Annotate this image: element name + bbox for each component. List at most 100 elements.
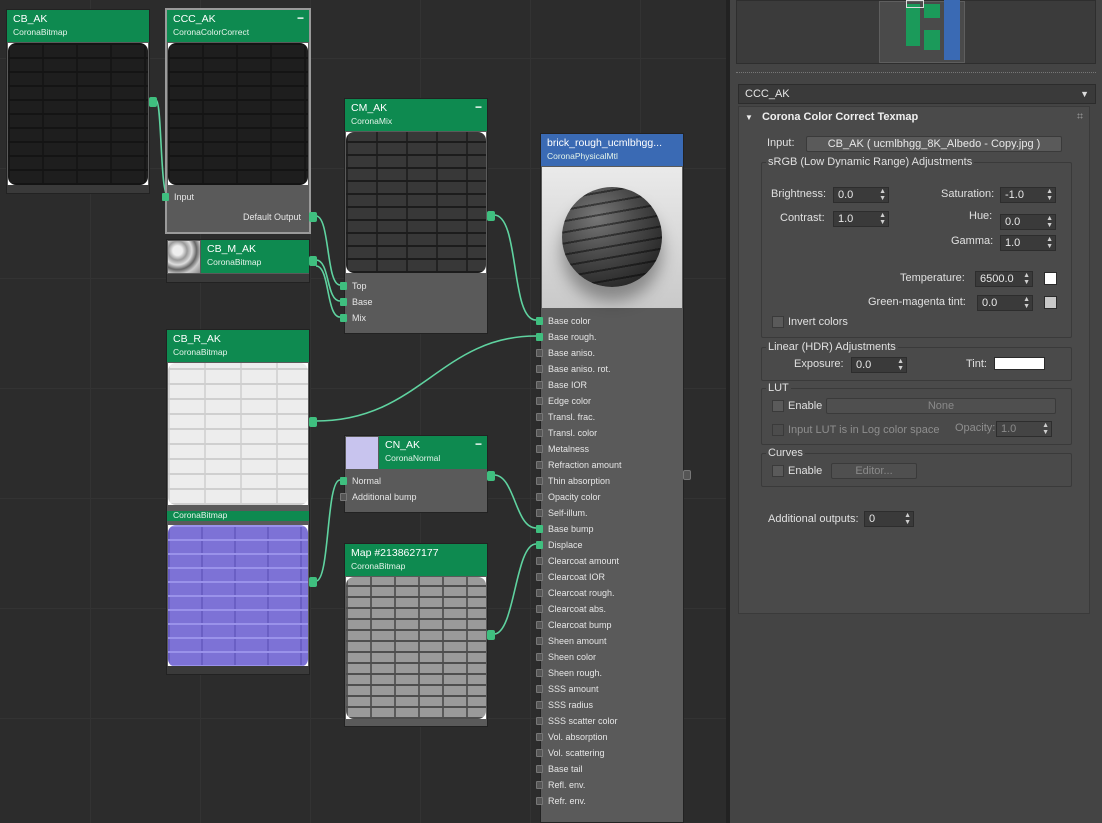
- input-port[interactable]: [536, 717, 543, 725]
- lut-opacity-spinner[interactable]: 1.0 ▲ ▼: [996, 421, 1052, 437]
- output-port[interactable]: [487, 630, 495, 640]
- node-cb-ak[interactable]: CB_AK CoronaBitmap: [6, 9, 157, 194]
- node-cb-r-ak[interactable]: CB_R_AK CoronaBitmap: [166, 329, 317, 513]
- input-port[interactable]: [536, 733, 543, 741]
- input-port[interactable]: [536, 653, 543, 661]
- node-normal-bitmap[interactable]: CoronaBitmap: [166, 511, 317, 675]
- node-header[interactable]: brick_rough_ucmlbhgg... CoronaPhysicalMt…: [541, 134, 683, 166]
- material-port-row[interactable]: Opacity color: [536, 489, 683, 505]
- lut-log-checkbox[interactable]: [772, 424, 784, 436]
- port-mix[interactable]: Mix: [340, 310, 487, 326]
- input-port[interactable]: [536, 365, 543, 373]
- node-header[interactable]: CoronaBitmap: [167, 511, 309, 521]
- input-port[interactable]: [536, 589, 543, 597]
- curves-editor-button[interactable]: Editor...: [831, 463, 917, 479]
- spinner-arrows-icon[interactable]: ▲ ▼: [1046, 188, 1053, 202]
- port-input[interactable]: Input: [162, 189, 309, 205]
- node-header[interactable]: CB_M_AK CoronaBitmap: [201, 240, 309, 273]
- input-port[interactable]: [340, 314, 347, 322]
- gamma-spinner[interactable]: 1.0 ▲ ▼: [1000, 235, 1056, 251]
- output-port[interactable]: [309, 256, 317, 266]
- input-port[interactable]: [340, 493, 347, 501]
- input-port[interactable]: [536, 781, 543, 789]
- lut-file-button[interactable]: None: [826, 398, 1056, 414]
- material-port-row[interactable]: Sheen color: [536, 649, 683, 665]
- node-cn-ak[interactable]: CN_AK CoronaNormal − Normal Additional b…: [340, 435, 495, 513]
- spinner-arrows-icon[interactable]: ▲ ▼: [879, 212, 886, 226]
- spinner-arrows-icon[interactable]: ▲ ▼: [904, 512, 911, 526]
- node-header[interactable]: CB_R_AK CoronaBitmap: [167, 330, 309, 362]
- material-port-row[interactable]: Clearcoat bump: [536, 617, 683, 633]
- input-port[interactable]: [536, 557, 543, 565]
- hue-spinner[interactable]: 0.0 ▲ ▼: [1000, 214, 1056, 230]
- port-base[interactable]: Base: [340, 294, 487, 310]
- input-port[interactable]: [536, 621, 543, 629]
- input-port[interactable]: [340, 477, 347, 485]
- material-port-row[interactable]: Clearcoat rough.: [536, 585, 683, 601]
- node-header[interactable]: CN_AK CoronaNormal −: [379, 436, 487, 469]
- spinner-arrows-icon[interactable]: ▲ ▼: [1023, 296, 1030, 310]
- lut-enable-checkbox[interactable]: [772, 400, 784, 412]
- spinner-arrows-icon[interactable]: ▲ ▼: [879, 188, 886, 202]
- material-port-row[interactable]: Base aniso. rot.: [536, 361, 683, 377]
- material-port-row[interactable]: SSS scatter color: [536, 713, 683, 729]
- navigator-viewport[interactable]: [879, 0, 965, 63]
- input-port[interactable]: [536, 413, 543, 421]
- material-port-row[interactable]: Edge color: [536, 393, 683, 409]
- material-port-row[interactable]: Displace: [536, 537, 683, 553]
- input-port[interactable]: [536, 445, 543, 453]
- green-magenta-tint-spinner[interactable]: 0.0 ▲ ▼: [977, 295, 1033, 311]
- node-header[interactable]: Map #2138627177 CoronaBitmap: [345, 544, 487, 576]
- input-port[interactable]: [162, 193, 169, 201]
- material-port-row[interactable]: Refraction amount: [536, 457, 683, 473]
- minimize-icon[interactable]: −: [475, 437, 482, 451]
- material-port-row[interactable]: Base rough.: [536, 329, 683, 345]
- drag-handle-icon[interactable]: [1077, 113, 1083, 119]
- additional-outputs-spinner[interactable]: 0 ▲ ▼: [864, 511, 914, 527]
- input-port[interactable]: [536, 349, 543, 357]
- output-port[interactable]: [487, 471, 495, 481]
- exposure-spinner[interactable]: 0.0 ▲ ▼: [851, 357, 907, 373]
- contrast-spinner[interactable]: 1.0 ▲ ▼: [833, 211, 889, 227]
- input-port[interactable]: [536, 573, 543, 581]
- input-port[interactable]: [536, 429, 543, 437]
- input-port[interactable]: [340, 282, 347, 290]
- port-additional-bump[interactable]: Additional bump: [340, 489, 487, 505]
- spinner-arrows-icon[interactable]: ▲ ▼: [897, 358, 904, 372]
- minimize-icon[interactable]: −: [475, 100, 482, 114]
- port-normal[interactable]: Normal: [340, 473, 487, 489]
- node-cm-ak[interactable]: CM_AK CoronaMix − Top Base Mix: [340, 98, 495, 334]
- node-resize-grip[interactable]: [7, 185, 149, 193]
- node-resize-grip[interactable]: [167, 274, 309, 282]
- minimize-icon[interactable]: −: [297, 11, 304, 25]
- input-port[interactable]: [340, 298, 347, 306]
- material-port-row[interactable]: Self-illum.: [536, 505, 683, 521]
- material-port-row[interactable]: SSS amount: [536, 681, 683, 697]
- output-port[interactable]: [309, 577, 317, 587]
- dropdown-arrow-icon[interactable]: ▼: [1080, 85, 1089, 103]
- material-port-row[interactable]: SSS radius: [536, 697, 683, 713]
- input-port[interactable]: [536, 525, 543, 533]
- spinner-arrows-icon[interactable]: ▲ ▼: [1046, 236, 1053, 250]
- material-port-row[interactable]: Clearcoat amount: [536, 553, 683, 569]
- input-port[interactable]: [536, 749, 543, 757]
- input-port[interactable]: [536, 765, 543, 773]
- input-port[interactable]: [536, 669, 543, 677]
- output-port[interactable]: [309, 212, 317, 222]
- input-port[interactable]: [536, 637, 543, 645]
- input-port[interactable]: [536, 509, 543, 517]
- material-port-row[interactable]: Transl. frac.: [536, 409, 683, 425]
- material-port-row[interactable]: Base color: [536, 313, 683, 329]
- temperature-color-swatch[interactable]: [1044, 272, 1057, 285]
- output-port[interactable]: [683, 470, 691, 480]
- material-port-row[interactable]: Clearcoat abs.: [536, 601, 683, 617]
- material-port-row[interactable]: Refl. env.: [536, 777, 683, 793]
- input-port[interactable]: [536, 317, 543, 325]
- node-header[interactable]: CCC_AK CoronaColorCorrect −: [167, 10, 309, 42]
- node-resize-grip[interactable]: [167, 666, 309, 674]
- invert-colors-checkbox[interactable]: [772, 316, 784, 328]
- input-port[interactable]: [536, 797, 543, 805]
- input-port[interactable]: [536, 493, 543, 501]
- material-port-row[interactable]: Base IOR: [536, 377, 683, 393]
- material-port-row[interactable]: Thin absorption: [536, 473, 683, 489]
